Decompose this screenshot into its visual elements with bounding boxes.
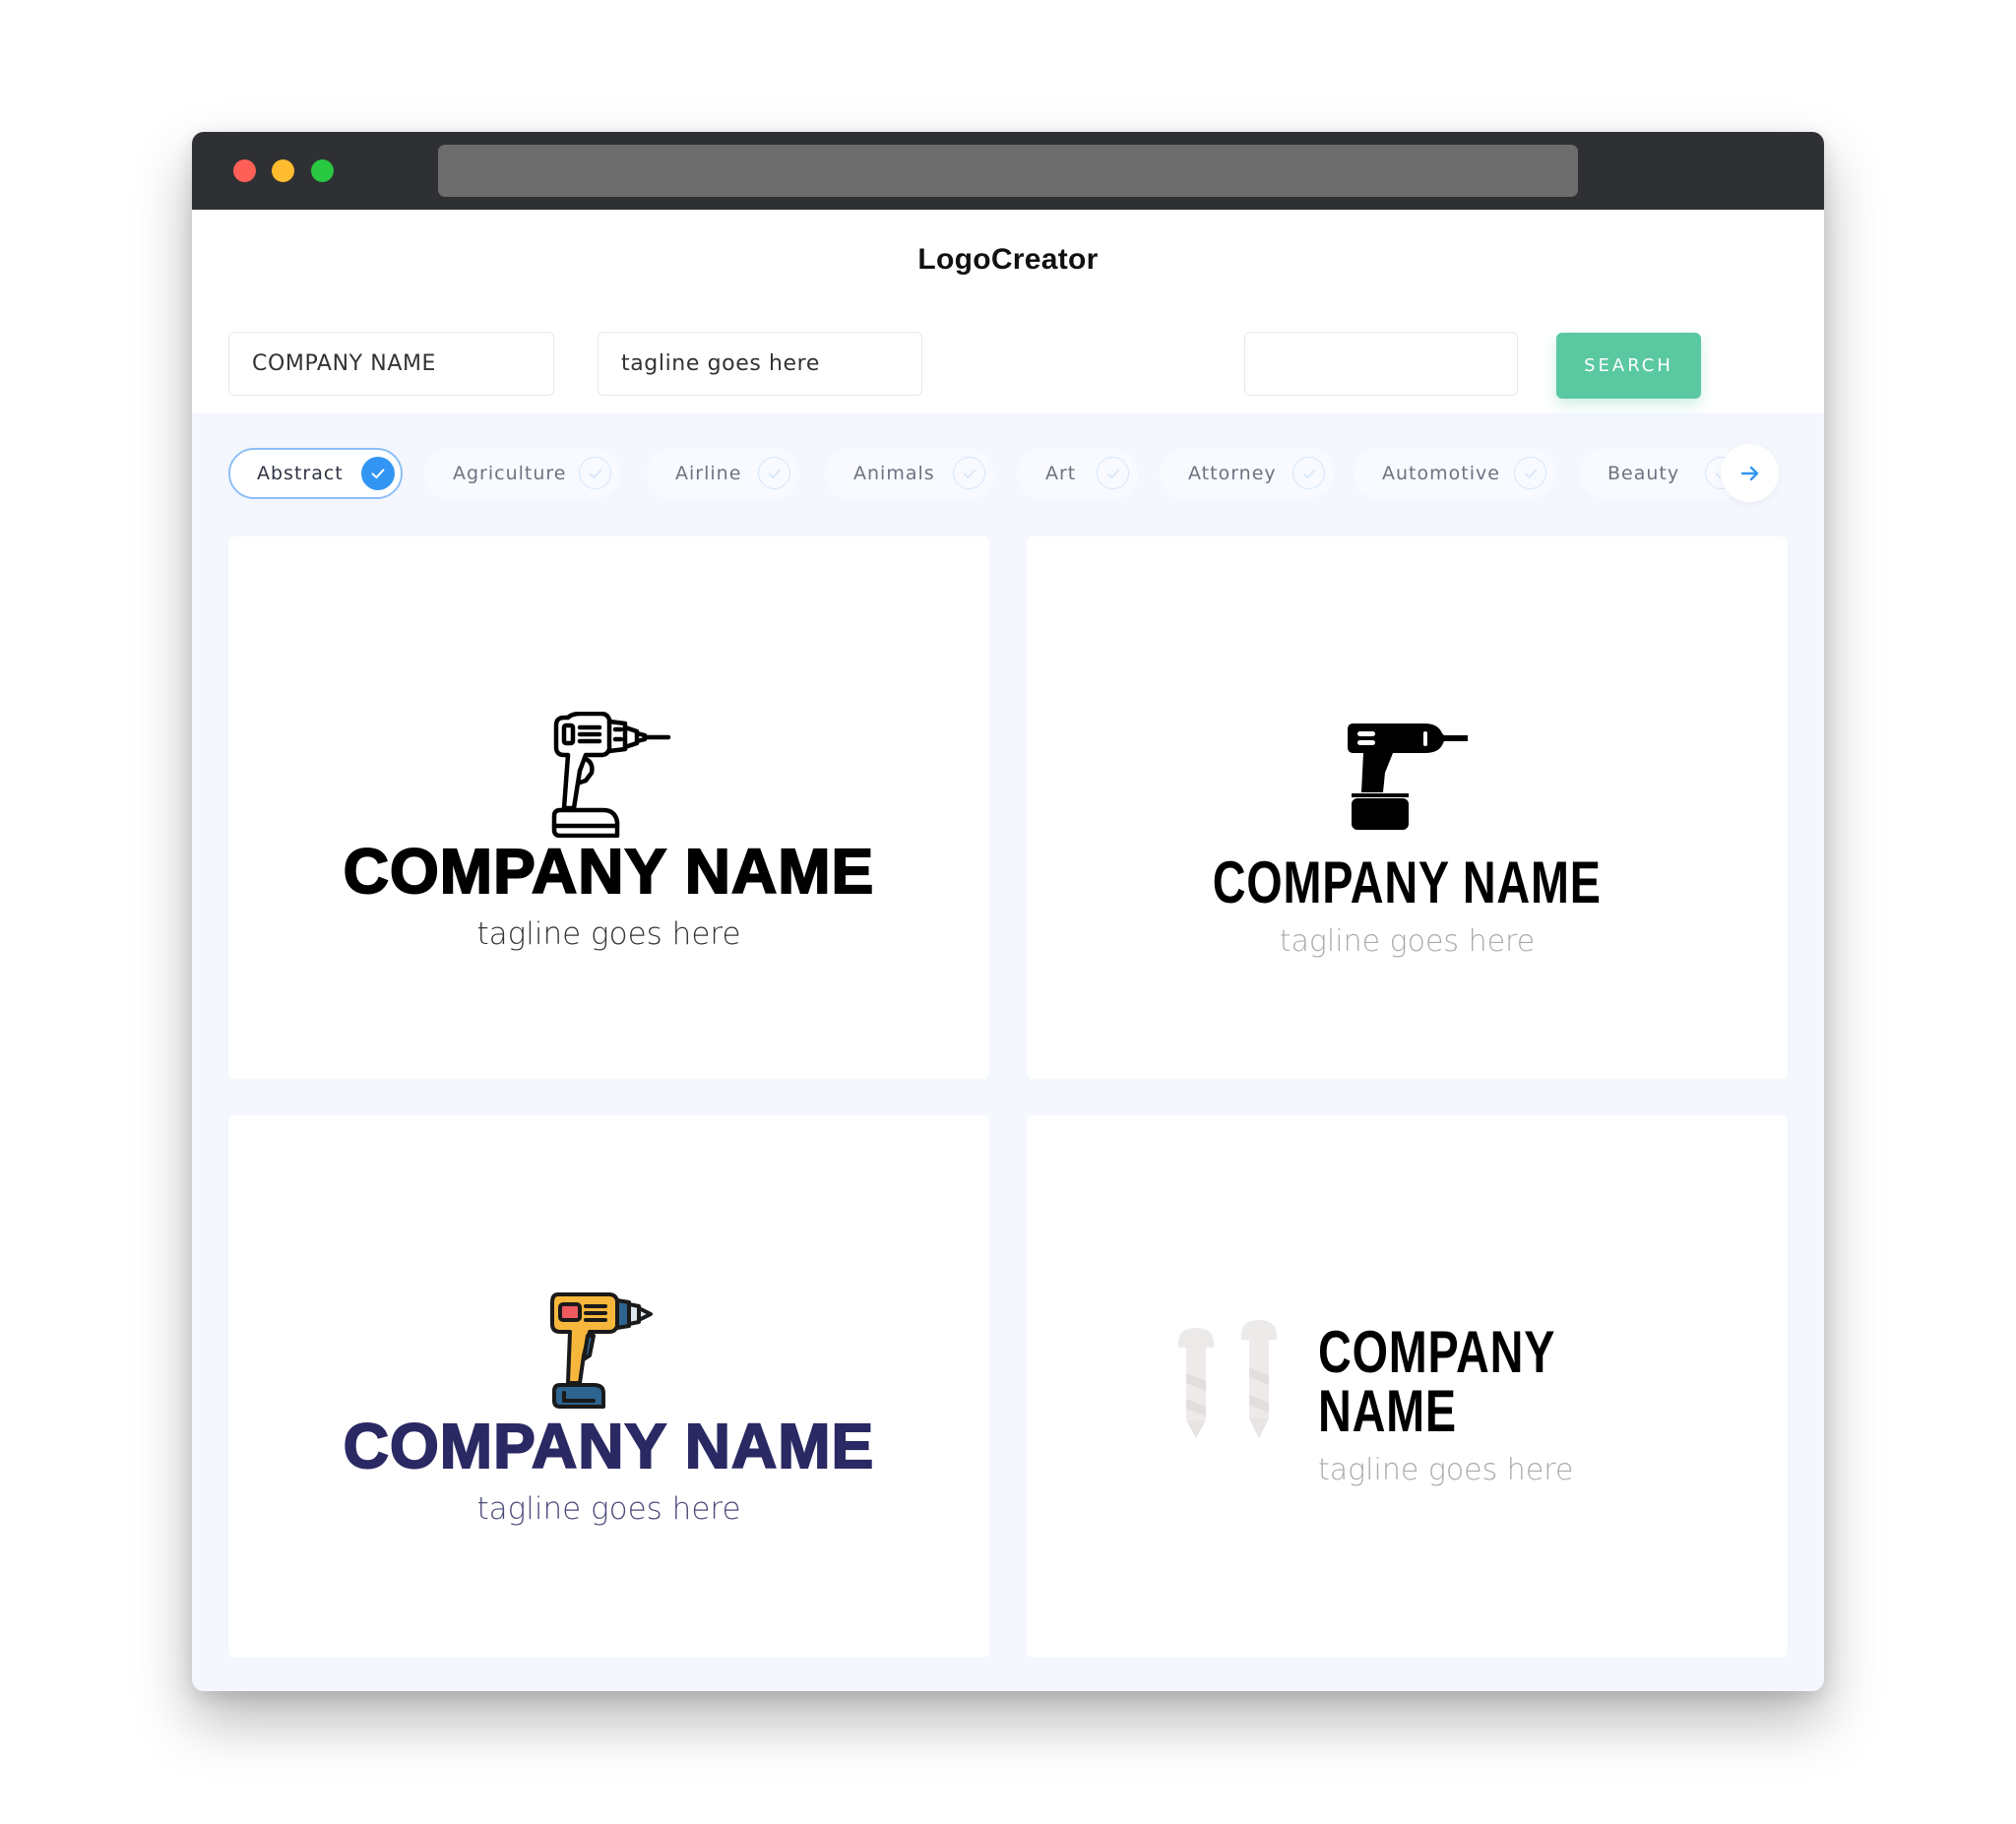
check-icon: [361, 457, 395, 490]
category-label: Art: [1045, 463, 1077, 484]
address-bar[interactable]: [438, 145, 1578, 197]
category-label: Attorney: [1188, 463, 1277, 484]
category-chip-agriculture[interactable]: Agriculture: [424, 448, 620, 499]
tagline-text: tagline goes here: [1279, 924, 1536, 959]
logo-preview: COMPANY NAME tagline goes here: [228, 1290, 989, 1527]
browser-window: LogoCreator COMPANY NAME tagline goes he…: [192, 132, 1824, 1691]
check-icon: [579, 457, 611, 489]
minimize-window-button[interactable]: [272, 159, 294, 182]
app-header: LogoCreator: [192, 210, 1824, 310]
logo-card[interactable]: COMPANY NAME tagline goes here: [228, 536, 989, 1079]
check-icon: [1292, 457, 1325, 489]
check-icon: [953, 457, 985, 489]
next-categories-button[interactable]: [1721, 444, 1779, 502]
tagline-text: tagline goes here: [476, 916, 741, 952]
tagline-input[interactable]: tagline goes here: [598, 332, 922, 396]
search-button[interactable]: SEARCH: [1556, 333, 1701, 399]
drill-color-icon: [549, 1292, 653, 1409]
category-chip-attorney[interactable]: Attorney: [1160, 448, 1334, 499]
logo-card[interactable]: COMPANY NAME tagline goes here: [1027, 536, 1788, 1079]
arrow-right-icon: [1740, 466, 1758, 480]
search-bar: COMPANY NAME tagline goes here SEARCH: [192, 310, 1824, 413]
category-chip-automotive[interactable]: Automotive: [1354, 448, 1555, 499]
check-icon: [1514, 457, 1546, 489]
check-icon: [1097, 457, 1129, 489]
logo-card[interactable]: COMPANY NAME tagline goes here: [1027, 1115, 1788, 1658]
company-name-text: COMPANY NAME: [343, 836, 875, 907]
category-chip-art[interactable]: Art: [1017, 448, 1138, 499]
category-chip-airline[interactable]: Airline: [647, 448, 799, 499]
screws-icon: [1178, 1320, 1277, 1438]
category-chip-animals[interactable]: Animals: [825, 448, 994, 499]
logo-card[interactable]: COMPANY NAME tagline goes here: [228, 1115, 989, 1658]
drill-solid-icon: [1347, 723, 1468, 830]
company-name-text: COMPANY NAME: [1318, 1319, 1555, 1444]
category-label: Airline: [675, 463, 742, 484]
category-label: Abstract: [257, 463, 344, 484]
category-chip-abstract[interactable]: Abstract: [228, 448, 403, 499]
company-name-text: COMPANY NAME: [343, 1411, 875, 1481]
category-label: Automotive: [1382, 463, 1500, 484]
logo-preview: COMPANY NAME tagline goes here: [1318, 1319, 1788, 1488]
category-label: Agriculture: [453, 463, 567, 484]
check-icon: [758, 457, 790, 489]
tagline-text: tagline goes here: [1318, 1453, 1574, 1487]
logo-preview: COMPANY NAME tagline goes here: [228, 712, 989, 952]
company-name-text: COMPANY NAME: [1212, 849, 1603, 915]
category-label: Beauty: [1607, 463, 1680, 484]
maximize-window-button[interactable]: [311, 159, 334, 182]
category-filter-bar: Abstract Agriculture Airline Animals Art: [192, 438, 1824, 512]
logo-preview: COMPANY NAME tagline goes here: [1027, 723, 1788, 959]
tagline-text: tagline goes here: [476, 1491, 741, 1527]
drill-outline-icon: [551, 712, 670, 838]
category-label: Animals: [853, 463, 935, 484]
keyword-input[interactable]: [1244, 332, 1518, 396]
window-titlebar: [192, 132, 1824, 210]
close-window-button[interactable]: [233, 159, 256, 182]
company-name-input[interactable]: COMPANY NAME: [228, 332, 554, 396]
app-title: LogoCreator: [917, 243, 1099, 276]
